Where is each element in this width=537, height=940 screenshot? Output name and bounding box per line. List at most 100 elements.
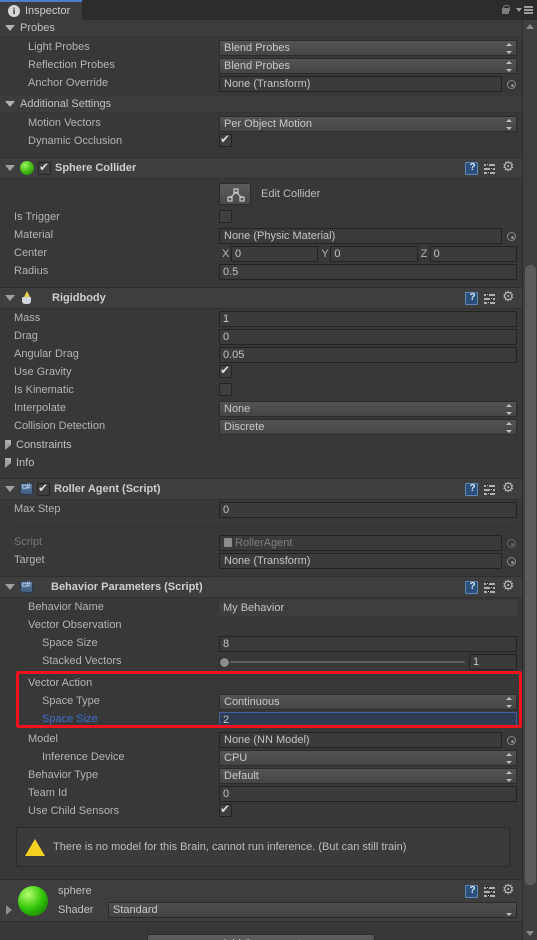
object-picker-icon[interactable] (507, 232, 516, 241)
popup-behavior-type[interactable]: Default (219, 768, 517, 784)
textfield-observation-space-size[interactable]: 8 (219, 636, 517, 652)
gear-icon[interactable] (502, 159, 516, 175)
csharp-script-icon (20, 580, 33, 593)
foldout-arrow-icon[interactable] (5, 584, 15, 590)
gear-icon[interactable] (502, 480, 516, 496)
foldout-arrow-icon[interactable] (5, 458, 11, 468)
component-header-behavior-parameters[interactable]: Behavior Parameters (Script) (0, 576, 522, 598)
vector3-z[interactable]: Z0 (418, 246, 517, 262)
chevron-updown-icon (506, 43, 513, 54)
textfield-drag[interactable]: 0 (219, 329, 517, 345)
slider-knob[interactable] (219, 657, 230, 668)
textfield-angular-drag[interactable]: 0.05 (219, 347, 517, 363)
slider-bar (225, 661, 465, 663)
scrollbar-thumb[interactable] (525, 265, 536, 885)
foldout-arrow-icon[interactable] (5, 25, 15, 31)
foldout-arrow-icon[interactable] (5, 165, 15, 171)
textfield-action-space-size[interactable]: 2 (219, 712, 517, 728)
preset-icon[interactable] (484, 483, 497, 496)
preset-icon[interactable] (484, 581, 497, 594)
popup-motion-vectors[interactable]: Per Object Motion (219, 116, 517, 132)
object-picker-icon[interactable] (507, 80, 516, 89)
lock-icon[interactable] (501, 5, 510, 15)
checkbox-is-trigger[interactable] (219, 210, 233, 226)
axis-label-z: Z (420, 248, 428, 260)
foldout-arrow-icon[interactable] (5, 295, 15, 301)
objectfield-target[interactable]: None (Transform) (219, 553, 502, 569)
preset-icon[interactable] (484, 885, 497, 898)
help-book-icon[interactable] (465, 483, 478, 496)
vertical-scrollbar[interactable] (522, 20, 537, 940)
component-header-roller-agent[interactable]: Roller Agent (Script) (0, 478, 522, 500)
popup-light-probes[interactable]: Blend Probes (219, 40, 517, 56)
popup-reflection-probes[interactable]: Blend Probes (219, 58, 517, 74)
popup-action-space-type[interactable]: Continuous (219, 694, 517, 710)
object-picker-icon[interactable] (507, 736, 516, 745)
popup-interpolate[interactable]: None (219, 401, 517, 417)
popup-interpolate-value: None (224, 403, 251, 415)
vector3-y[interactable]: Y0 (318, 246, 418, 262)
objectfield-model[interactable]: None (NN Model) (219, 732, 502, 748)
add-component-button[interactable]: Add Component (147, 933, 375, 940)
textfield-mass[interactable]: 1 (219, 311, 517, 327)
chevron-updown-icon (506, 697, 513, 708)
vector3-x[interactable]: X0 (219, 246, 319, 262)
edit-collider-button[interactable] (219, 183, 251, 205)
gear-icon[interactable] (502, 882, 516, 898)
textfield-max-step[interactable]: 0 (219, 502, 517, 518)
help-book-icon[interactable] (465, 581, 478, 594)
row-model: Model None (NN Model) (0, 731, 522, 749)
tab-inspector[interactable]: i Inspector (0, 0, 83, 20)
row-reflection-probes: Reflection Probes Blend Probes (0, 57, 522, 75)
foldout-info[interactable]: Info (0, 454, 522, 472)
preset-icon[interactable] (484, 162, 497, 175)
popup-inference-device[interactable]: CPU (219, 750, 517, 766)
checkbox-use-child-sensors[interactable] (219, 802, 233, 820)
section-header-additional-settings[interactable]: Additional Settings (0, 96, 522, 113)
checkbox-sphere-collider-enabled[interactable] (38, 160, 51, 175)
section-header-probes[interactable]: Probes (0, 20, 522, 37)
gear-icon[interactable] (502, 289, 516, 305)
help-book-icon[interactable] (465, 885, 478, 898)
textfield-collider-radius[interactable]: 0.5 (219, 264, 517, 280)
component-icons (465, 882, 516, 898)
popup-action-space-type-value: Continuous (224, 696, 280, 708)
help-book-icon[interactable] (465, 292, 478, 305)
row-inference-device: Inference Device CPU (0, 749, 522, 767)
checkbox-dynamic-occlusion[interactable] (219, 132, 233, 150)
gear-icon[interactable] (502, 578, 516, 594)
checkbox-roller-agent-enabled[interactable] (37, 481, 50, 496)
textfield-team-id[interactable]: 0 (219, 786, 517, 802)
scroll-down-arrow-icon[interactable] (526, 931, 534, 936)
checkbox-use-gravity[interactable] (219, 363, 233, 381)
foldout-arrow-icon[interactable] (6, 905, 12, 915)
slider-track[interactable] (219, 654, 465, 670)
slider-stacked-vectors[interactable]: 1 (219, 654, 517, 670)
slider-stacked-vectors-value[interactable]: 1 (469, 654, 517, 670)
scroll-up-arrow-icon[interactable] (526, 24, 534, 29)
material-header-sphere[interactable]: sphere Shader Standard (0, 879, 522, 921)
foldout-arrow-icon[interactable] (5, 486, 15, 492)
object-picker-icon[interactable] (507, 557, 516, 566)
popup-collision-detection[interactable]: Discrete (219, 419, 517, 435)
popup-shader[interactable]: Standard (108, 902, 517, 918)
component-icons (465, 289, 516, 305)
foldout-arrow-icon[interactable] (5, 101, 15, 107)
foldout-arrow-icon[interactable] (5, 440, 11, 450)
preset-icon[interactable] (484, 292, 497, 305)
label-reflection-probes: Reflection Probes (28, 59, 115, 71)
help-book-icon[interactable] (465, 162, 478, 175)
textfield-drag-value: 0 (223, 331, 230, 343)
label-motion-vectors: Motion Vectors (28, 117, 101, 129)
checkbox-is-kinematic[interactable] (219, 383, 233, 399)
textfield-behavior-name[interactable]: My Behavior (219, 600, 517, 616)
hamburger-menu-icon[interactable] (516, 6, 533, 14)
component-header-sphere-collider[interactable]: Sphere Collider (0, 157, 522, 179)
label-behavior-type: Behavior Type (28, 769, 99, 781)
objectfield-collider-material[interactable]: None (Physic Material) (219, 228, 502, 244)
foldout-constraints[interactable]: Constraints (0, 436, 522, 454)
objectfield-anchor-override[interactable]: None (Transform) (219, 76, 502, 92)
component-header-rigidbody[interactable]: Rigidbody (0, 287, 522, 309)
component-icons (465, 578, 516, 594)
divider (14, 527, 512, 528)
